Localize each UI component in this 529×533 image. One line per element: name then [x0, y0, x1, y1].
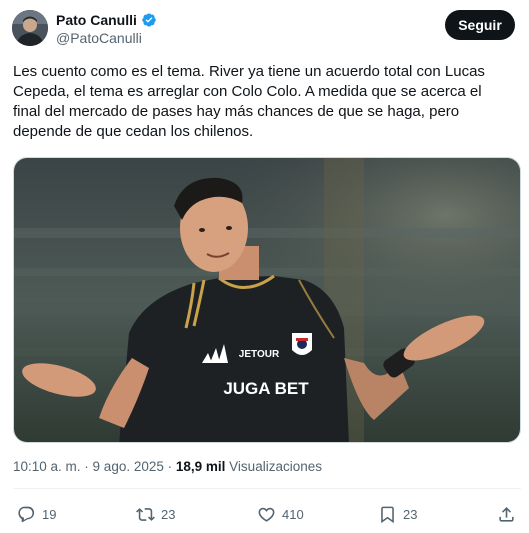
bookmark-button[interactable]: 23 [378, 500, 417, 528]
meta-separator: · [80, 459, 93, 474]
author-handle[interactable]: @PatoCanulli [56, 30, 157, 46]
reply-button[interactable]: 19 [17, 500, 56, 528]
like-count: 410 [282, 506, 304, 522]
reply-count: 19 [42, 506, 57, 522]
views-label: Visualizaciones [229, 459, 322, 474]
jersey-sponsor-text: JUGA BET [223, 379, 309, 398]
tweet-meta: 10:10 a. m. · 9 ago. 2025 · 18,9 mil Vis… [13, 459, 322, 474]
meta-separator: · [163, 459, 176, 474]
repost-icon [136, 507, 155, 521]
divider [13, 488, 521, 489]
tweet-header: Pato Canulli @PatoCanulli Seguir [12, 10, 517, 48]
author-avatar[interactable] [12, 10, 48, 46]
bookmark-count: 23 [403, 506, 418, 522]
follow-button[interactable]: Seguir [445, 10, 515, 40]
like-button[interactable]: 410 [257, 500, 304, 528]
heart-icon [258, 507, 275, 522]
tweet-time[interactable]: 10:10 a. m. [13, 459, 81, 474]
bookmark-icon [381, 506, 394, 523]
author-info: Pato Canulli @PatoCanulli [56, 11, 157, 46]
author-name[interactable]: Pato Canulli [56, 12, 137, 28]
repost-count: 23 [161, 506, 176, 522]
player-photo: JUGA BET JETOUR [14, 158, 520, 442]
verified-badge-icon [141, 12, 157, 28]
tweet-date[interactable]: 9 ago. 2025 [93, 459, 164, 474]
views-count: 18,9 mil [175, 459, 226, 474]
reply-icon [18, 506, 35, 522]
tweet-text: Les cuento como es el tema. River ya tie… [13, 63, 485, 140]
share-button[interactable] [497, 500, 516, 528]
share-icon [499, 506, 514, 522]
tweet-photo[interactable]: JUGA BET JETOUR [13, 157, 521, 443]
action-bar: 19 23 410 23 [13, 500, 521, 528]
jersey-brand-text: JETOUR [239, 349, 280, 360]
repost-button[interactable]: 23 [136, 500, 175, 528]
